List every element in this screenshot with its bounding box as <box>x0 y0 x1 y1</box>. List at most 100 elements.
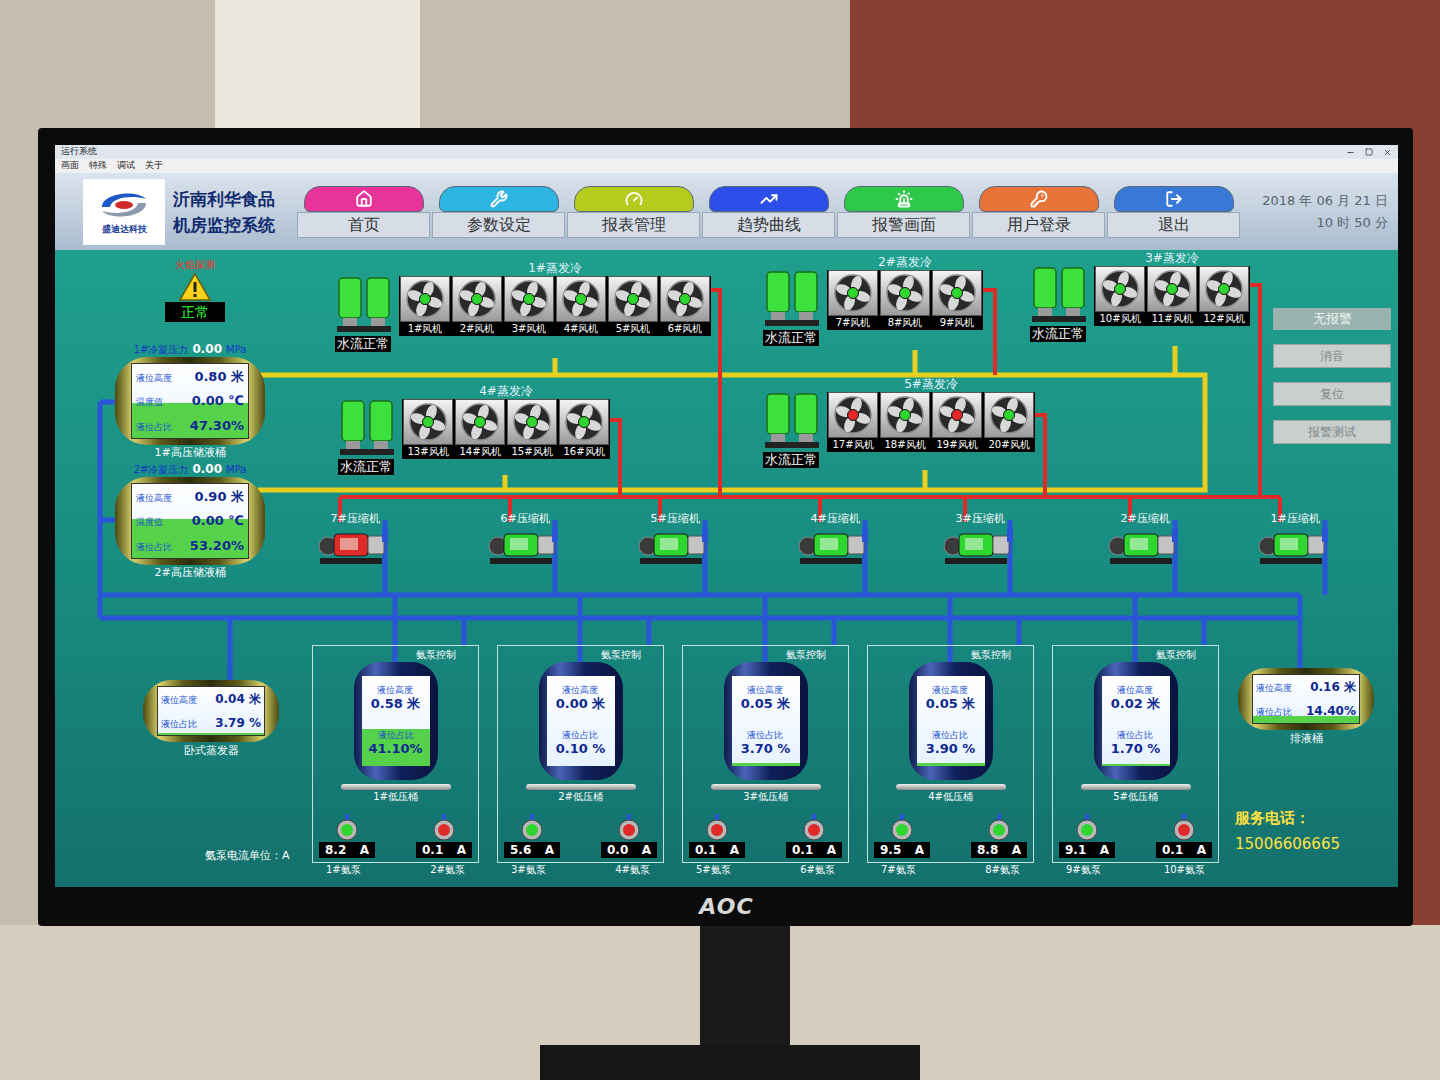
nav-icon <box>490 190 508 208</box>
compressor[interactable]: 6#压缩机 <box>480 512 570 566</box>
ammonia-pump[interactable]: 8.2A <box>319 814 375 858</box>
nav-icon <box>1165 190 1183 208</box>
compressor-icon <box>1258 526 1332 566</box>
nav-button[interactable]: 趋势曲线 <box>702 186 835 238</box>
title-bar: 运行系统 <box>55 145 1398 159</box>
fan-icon <box>833 395 873 435</box>
monitor-stand-neck <box>700 920 790 1050</box>
pump-label: 8#氨泵 <box>985 863 1020 877</box>
maximize-icon[interactable] <box>1365 148 1373 156</box>
low-pressure-barrel: 液位高度0.05 米液位占比3.70 % <box>724 662 808 780</box>
ammonia-pump[interactable]: 0.1A <box>1156 814 1212 858</box>
minimize-icon[interactable] <box>1346 148 1355 157</box>
pump-current: 0.0A <box>601 842 657 858</box>
ammonia-pump-icon <box>429 814 459 842</box>
system-title: 沂南利华食品机房监控系统 <box>173 186 291 238</box>
nav-bar: 首页参数设定报表管理趋势曲线报警画面用户登录退出 <box>297 186 1240 238</box>
water-pump-icon <box>763 392 823 452</box>
menu-item[interactable]: 画面 <box>61 159 79 173</box>
nav-button[interactable]: 退出 <box>1107 186 1240 238</box>
photo: 运行系统画面特殊调试关于盛迪达科技沂南利华食品机房监控系统首页参数设定报表管理趋… <box>0 0 1440 1080</box>
compressor-icon <box>798 526 872 566</box>
monitor-stand-base <box>540 1045 920 1080</box>
fan-icon <box>885 273 925 313</box>
fan-icon <box>885 395 925 435</box>
ammonia-pump[interactable]: 0.1A <box>786 814 842 858</box>
compressor[interactable]: 4#压缩机 <box>790 512 880 566</box>
alarm-button[interactable]: 复位 <box>1273 382 1391 406</box>
ammonia-pump-icon <box>1072 814 1102 842</box>
ammonia-pump-icon <box>332 814 362 842</box>
fan-icon <box>512 402 552 442</box>
fan: 10#风机 <box>1094 266 1146 326</box>
menu-item[interactable]: 关于 <box>145 159 163 173</box>
compressor[interactable]: 3#压缩机 <box>935 512 1025 566</box>
fan: 8#风机 <box>879 270 931 330</box>
menu-item[interactable]: 调试 <box>117 159 135 173</box>
water-status: 水流正常 <box>335 336 391 352</box>
ammonia-pump[interactable]: 0.1A <box>416 814 472 858</box>
alarm-button[interactable]: 报警测试 <box>1273 420 1391 444</box>
ammonia-pump-icon <box>1169 814 1199 842</box>
high-pressure-receiver: 2#冷凝压力0.00MPa液位高度0.90 米温度值0.00 ℃液位占比53.2… <box>115 462 265 581</box>
fan-icon <box>460 402 500 442</box>
water-status: 水流正常 <box>338 459 394 475</box>
compressor[interactable]: 5#压缩机 <box>630 512 720 566</box>
nav-button[interactable]: 用户登录 <box>972 186 1105 238</box>
close-icon[interactable] <box>1383 148 1392 157</box>
ammonia-pump[interactable]: 9.1A <box>1059 814 1115 858</box>
ammonia-pump[interactable]: 0.0A <box>601 814 657 858</box>
pump-label: 3#氨泵 <box>511 863 546 877</box>
alarm-panel: 无报警消音复位报警测试 <box>1273 308 1391 444</box>
low-pressure-barrel: 液位高度0.05 米液位占比3.90 % <box>909 662 993 780</box>
nav-button[interactable]: 报警画面 <box>837 186 970 238</box>
menu-item[interactable]: 特殊 <box>89 159 107 173</box>
compressor-icon <box>318 526 392 566</box>
low-pressure-barrel-unit: 氨泵控制液位高度0.02 米液位占比1.70 %5#低压桶9.1A0.1A9#氨… <box>1052 645 1219 877</box>
pump-label: 5#氨泵 <box>696 863 731 877</box>
compressor[interactable]: 1#压缩机 <box>1250 512 1340 566</box>
ammonia-pump-icon <box>799 814 829 842</box>
paper-background <box>215 0 420 130</box>
high-pressure-receiver: 1#冷凝压力0.00MPa液位高度0.80 米温度值0.00 ℃液位占比47.3… <box>115 342 265 461</box>
nav-button[interactable]: 参数设定 <box>432 186 565 238</box>
fan: 19#风机 <box>931 392 983 452</box>
fan-icon <box>937 395 977 435</box>
water-pump-icon <box>338 399 398 459</box>
ammonia-pump-icon <box>887 814 917 842</box>
nav-icon <box>1030 190 1048 208</box>
fan-icon <box>405 279 445 319</box>
ammonia-pump[interactable]: 9.5A <box>874 814 930 858</box>
ammonia-pump[interactable]: 5.6A <box>504 814 560 858</box>
compressor[interactable]: 7#压缩机 <box>310 512 400 566</box>
fan: 3#风机 <box>503 276 555 336</box>
fan-icon <box>833 273 873 313</box>
nav-button[interactable]: 报表管理 <box>567 186 700 238</box>
evaporative-condenser: 4#蒸发冷水流正常13#风机14#风机15#风机16#风机 <box>338 383 610 475</box>
compressor-icon <box>488 526 562 566</box>
alarm-button[interactable]: 消音 <box>1273 344 1391 368</box>
nav-button[interactable]: 首页 <box>297 186 430 238</box>
pump-current: 9.1A <box>1059 842 1115 858</box>
ammonia-pump-icon <box>702 814 732 842</box>
fan-icon <box>613 279 653 319</box>
water-pump-icon <box>1030 266 1090 326</box>
low-pressure-barrel-unit: 氨泵控制液位高度0.05 米液位占比3.70 %3#低压桶0.1A0.1A5#氨… <box>682 645 849 877</box>
company-logo: 盛迪达科技 <box>83 179 165 245</box>
logo-icon <box>96 187 152 223</box>
fan-icon <box>989 395 1029 435</box>
pump-current: 0.1A <box>689 842 745 858</box>
ammonia-pump[interactable]: 0.1A <box>689 814 745 858</box>
fan: 15#风机 <box>506 399 558 459</box>
compressor-icon <box>638 526 712 566</box>
menu-bar: 画面特殊调试关于 <box>55 159 1398 173</box>
fan: 13#风机 <box>402 399 454 459</box>
ammonia-pump[interactable]: 8.8A <box>971 814 1027 858</box>
low-pressure-barrel: 液位高度0.00 米液位占比0.10 % <box>539 662 623 780</box>
header: 盛迪达科技沂南利华食品机房监控系统首页参数设定报表管理趋势曲线报警画面用户登录退… <box>55 173 1398 250</box>
warning-icon <box>178 272 212 302</box>
pump-current: 9.5A <box>874 842 930 858</box>
low-pressure-row: 氨泵控制液位高度0.58 米液位占比41.10%1#低压桶8.2A0.1A1#氨… <box>312 645 1219 877</box>
compressor[interactable]: 2#压缩机 <box>1100 512 1190 566</box>
nav-icon <box>625 190 643 208</box>
